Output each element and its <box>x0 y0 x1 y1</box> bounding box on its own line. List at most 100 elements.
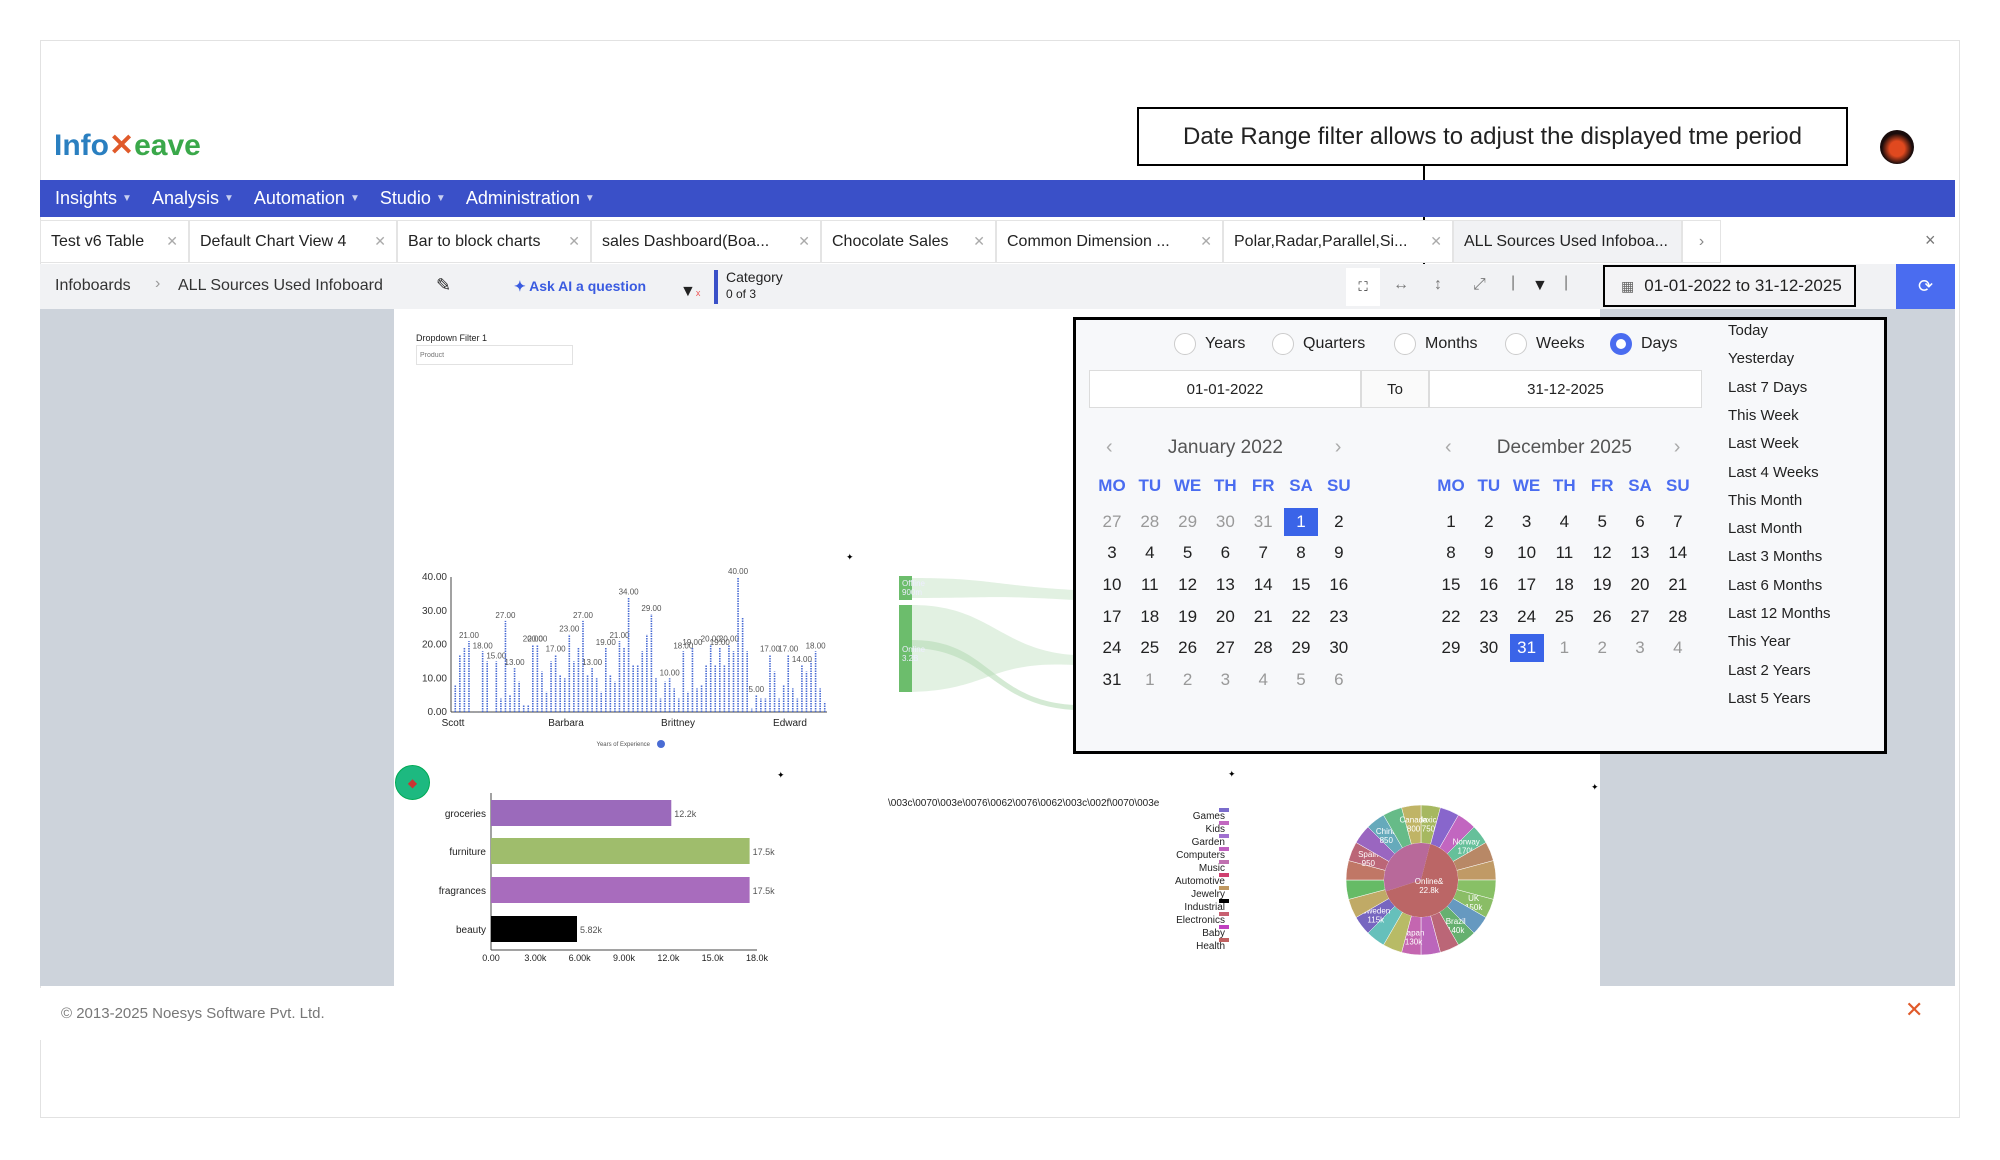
calendar-day[interactable]: 18 <box>1547 571 1581 599</box>
calendar-day[interactable]: 16 <box>1472 571 1506 599</box>
quick-range-this-week[interactable]: This Week <box>1728 407 1799 424</box>
calendar-day[interactable]: 3 <box>1510 508 1544 536</box>
mode-radio-months[interactable]: Months <box>1394 333 1477 355</box>
to-date-input[interactable]: 31-12-2025 <box>1429 370 1702 408</box>
quick-range-last-5-years[interactable]: Last 5 Years <box>1728 690 1811 707</box>
close-tab-icon[interactable]: ✕ <box>568 233 580 250</box>
calendar-day[interactable]: 13 <box>1623 539 1657 567</box>
calendar-day[interactable]: 12 <box>1585 539 1619 567</box>
fit-width-icon[interactable]: ↔ <box>1393 276 1409 294</box>
next-month-icon[interactable]: › <box>1335 436 1342 459</box>
infoveave-logo[interactable]: Info✕eave <box>54 128 201 163</box>
calendar-day[interactable]: 5 <box>1171 539 1205 567</box>
calendar-day[interactable]: 20 <box>1623 571 1657 599</box>
calendar-day[interactable]: 7 <box>1661 508 1695 536</box>
quick-range-last-12-months[interactable]: Last 12 Months <box>1728 605 1831 622</box>
nav-administration[interactable]: Administration ▼ <box>466 188 595 209</box>
calendar-day[interactable]: 30 <box>1208 508 1242 536</box>
calendar-day[interactable]: 15 <box>1284 571 1318 599</box>
quick-range-this-month[interactable]: This Month <box>1728 492 1802 509</box>
calendar-day[interactable]: 23 <box>1322 603 1356 631</box>
close-tab-icon[interactable]: ✕ <box>1430 233 1442 250</box>
tab-item[interactable]: ALL Sources Used Infoboa... <box>1453 220 1682 263</box>
close-tab-icon[interactable]: ✕ <box>1200 233 1212 250</box>
calendar-day[interactable]: 9 <box>1472 539 1506 567</box>
calendar-day[interactable]: 16 <box>1322 571 1356 599</box>
calendar-day[interactable]: 11 <box>1133 571 1167 599</box>
calendar-day[interactable]: 4 <box>1246 666 1280 694</box>
calendar-day[interactable]: 24 <box>1095 634 1129 662</box>
mode-radio-quarters[interactable]: Quarters <box>1272 333 1365 355</box>
calendar-day[interactable]: 12 <box>1171 571 1205 599</box>
calendar-day[interactable]: 1 <box>1547 634 1581 662</box>
calendar-day[interactable]: 8 <box>1284 539 1318 567</box>
calendar-day[interactable]: 25 <box>1547 603 1581 631</box>
user-avatar[interactable] <box>1880 130 1914 164</box>
calendar-day[interactable]: 17 <box>1095 603 1129 631</box>
calendar-day[interactable]: 10 <box>1095 571 1129 599</box>
close-tab-icon[interactable]: ✕ <box>973 233 985 250</box>
calendar-day[interactable]: 2 <box>1171 666 1205 694</box>
calendar-day[interactable]: 13 <box>1208 571 1242 599</box>
nav-analysis[interactable]: Analysis ▼ <box>152 188 234 209</box>
calendar-day[interactable]: 28 <box>1246 634 1280 662</box>
calendar-day[interactable]: 31 <box>1246 508 1280 536</box>
calendar-day[interactable]: 24 <box>1510 603 1544 631</box>
calendar-day[interactable]: 29 <box>1434 634 1468 662</box>
compass-widget-icon[interactable]: ◆ <box>395 765 430 800</box>
calendar-day[interactable]: 22 <box>1434 603 1468 631</box>
tab-item[interactable]: Common Dimension ... ✕ <box>996 220 1223 263</box>
calendar-day[interactable]: 2 <box>1585 634 1619 662</box>
calendar-day[interactable]: 2 <box>1322 508 1356 536</box>
calendar-day[interactable]: 4 <box>1547 508 1581 536</box>
calendar-day[interactable]: 20 <box>1208 603 1242 631</box>
category-filter[interactable]: Category 0 of 3 <box>726 269 783 303</box>
calendar-day[interactable]: 4 <box>1133 539 1167 567</box>
close-tab-icon[interactable]: ✕ <box>798 233 810 250</box>
calendar-day[interactable]: 2 <box>1472 508 1506 536</box>
close-tab-icon[interactable]: ✕ <box>166 233 178 250</box>
quick-range-last-month[interactable]: Last Month <box>1728 520 1802 537</box>
quick-range-last-3-months[interactable]: Last 3 Months <box>1728 548 1822 565</box>
ask-ai-button[interactable]: ✦ Ask AI a question <box>514 278 646 295</box>
calendar-day[interactable]: 9 <box>1322 539 1356 567</box>
tab-item[interactable]: sales Dashboard(Boa... ✕ <box>591 220 821 263</box>
date-range-button[interactable]: ▦ 01-01-2022 to 31-12-2025 <box>1603 265 1856 307</box>
quick-range-last-7-days[interactable]: Last 7 Days <box>1728 379 1807 396</box>
calendar-day[interactable]: 29 <box>1171 508 1205 536</box>
calendar-day[interactable]: 26 <box>1585 603 1619 631</box>
calendar-day[interactable]: 1 <box>1434 508 1468 536</box>
calendar-day[interactable]: 3 <box>1623 634 1657 662</box>
fit-height-icon[interactable]: ↕ <box>1434 276 1442 294</box>
calendar-day[interactable]: 10 <box>1510 539 1544 567</box>
calendar-day[interactable]: 3 <box>1208 666 1242 694</box>
calendar-day[interactable]: 28 <box>1661 603 1695 631</box>
calendar-day[interactable]: 6 <box>1208 539 1242 567</box>
calendar-day[interactable]: 31 <box>1509 634 1544 662</box>
calendar-day[interactable]: 7 <box>1246 539 1280 567</box>
tab-item[interactable]: Default Chart View 4 ✕ <box>189 220 397 263</box>
refresh-button[interactable]: ⟳ <box>1896 264 1955 309</box>
close-all-tabs-icon[interactable]: × <box>1925 230 1936 251</box>
calendar-day[interactable]: 14 <box>1246 571 1280 599</box>
quick-range-yesterday[interactable]: Yesterday <box>1728 350 1794 367</box>
fullscreen-icon[interactable]: ⛶ <box>1346 268 1380 306</box>
calendar-day[interactable]: 19 <box>1171 603 1205 631</box>
prev-month-icon[interactable]: ‹ <box>1445 436 1452 459</box>
nav-automation[interactable]: Automation ▼ <box>254 188 360 209</box>
calendar-day[interactable]: 1 <box>1133 666 1167 694</box>
calendar-day[interactable]: 14 <box>1661 539 1695 567</box>
prev-month-icon[interactable]: ‹ <box>1106 436 1113 459</box>
quick-range-last-6-months[interactable]: Last 6 Months <box>1728 577 1822 594</box>
calendar-day[interactable]: 4 <box>1661 634 1695 662</box>
calendar-day[interactable]: 31 <box>1095 666 1129 694</box>
from-date-input[interactable]: 01-01-2022 <box>1089 370 1361 408</box>
mode-radio-days[interactable]: Days <box>1610 333 1677 355</box>
tab-item[interactable]: Chocolate Sales ✕ <box>821 220 996 263</box>
nav-insights[interactable]: Insights ▼ <box>55 188 132 209</box>
filter-icon[interactable]: ▼ <box>1532 277 1548 295</box>
expand-icon[interactable]: ⤢ <box>1473 276 1486 294</box>
calendar-day[interactable]: 28 <box>1133 508 1167 536</box>
calendar-day[interactable]: 27 <box>1623 603 1657 631</box>
calendar-day[interactable]: 26 <box>1171 634 1205 662</box>
